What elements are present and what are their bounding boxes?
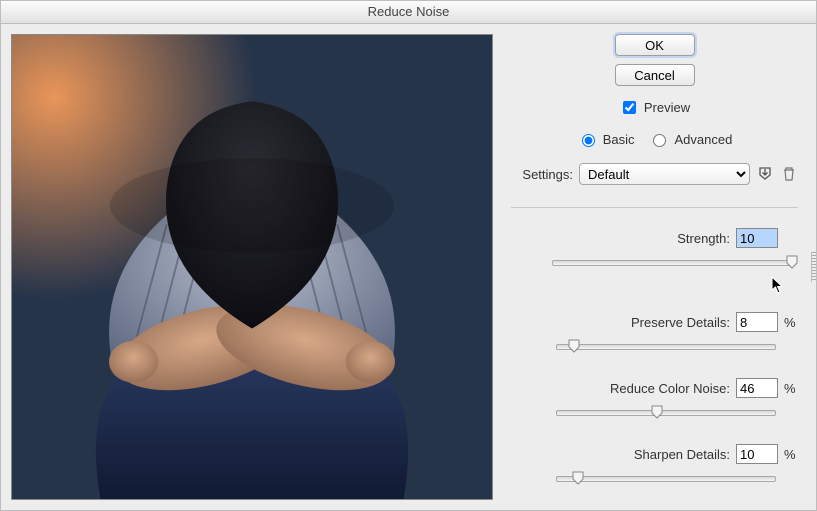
cancel-button[interactable]: Cancel: [615, 64, 695, 86]
preserve-details-thumb[interactable]: [568, 339, 580, 353]
preserve-details-label: Preserve Details:: [631, 315, 730, 330]
resize-handle[interactable]: [811, 252, 816, 282]
basic-radio-label[interactable]: Basic: [577, 131, 635, 147]
preserve-details-input[interactable]: [736, 312, 778, 332]
preview-checkbox[interactable]: [623, 101, 636, 114]
strength-label: Strength:: [677, 231, 730, 246]
controls-panel: OK Cancel Preview Basic Advanced: [503, 24, 816, 510]
preserve-details-param: Preserve Details: %: [511, 312, 798, 354]
preserve-details-slider[interactable]: [556, 338, 776, 354]
advanced-radio[interactable]: [653, 134, 666, 147]
strength-param: Strength:: [511, 228, 798, 288]
sharpen-thumb[interactable]: [572, 471, 584, 485]
color-noise-slider[interactable]: [556, 404, 776, 420]
color-noise-input[interactable]: [736, 378, 778, 398]
settings-row: Settings: Default: [511, 163, 798, 185]
window-title: Reduce Noise: [368, 4, 450, 19]
color-noise-param: Reduce Color Noise: %: [511, 378, 798, 420]
color-noise-thumb[interactable]: [651, 405, 663, 419]
strength-slider[interactable]: [552, 254, 792, 270]
sharpen-param: Sharpen Details: %: [511, 444, 798, 486]
preview-canvas[interactable]: [11, 34, 493, 500]
settings-label: Settings:: [511, 167, 573, 182]
advanced-radio-label[interactable]: Advanced: [648, 131, 732, 147]
titlebar: Reduce Noise: [1, 1, 816, 24]
ok-button[interactable]: OK: [615, 34, 695, 56]
settings-select[interactable]: Default: [579, 163, 750, 185]
strength-thumb[interactable]: [786, 255, 798, 269]
percent-unit: %: [784, 315, 798, 330]
slider-track: [552, 260, 792, 266]
sharpen-slider[interactable]: [556, 470, 776, 486]
trash-icon[interactable]: [780, 165, 798, 183]
reduce-noise-dialog: Reduce Noise: [0, 0, 817, 511]
save-preset-icon[interactable]: [756, 165, 774, 183]
basic-radio[interactable]: [582, 134, 595, 147]
preview-label-text: Preview: [644, 100, 690, 115]
dialog-content: OK Cancel Preview Basic Advanced: [1, 24, 816, 510]
mode-radio-group: Basic Advanced: [511, 131, 798, 147]
preview-checkbox-label[interactable]: Preview: [619, 98, 690, 117]
sharpen-input[interactable]: [736, 444, 778, 464]
preview-illustration: [12, 35, 492, 499]
sharpen-label: Sharpen Details:: [634, 447, 730, 462]
separator: [511, 207, 798, 208]
strength-input[interactable]: [736, 228, 778, 248]
color-noise-label: Reduce Color Noise:: [610, 381, 730, 396]
